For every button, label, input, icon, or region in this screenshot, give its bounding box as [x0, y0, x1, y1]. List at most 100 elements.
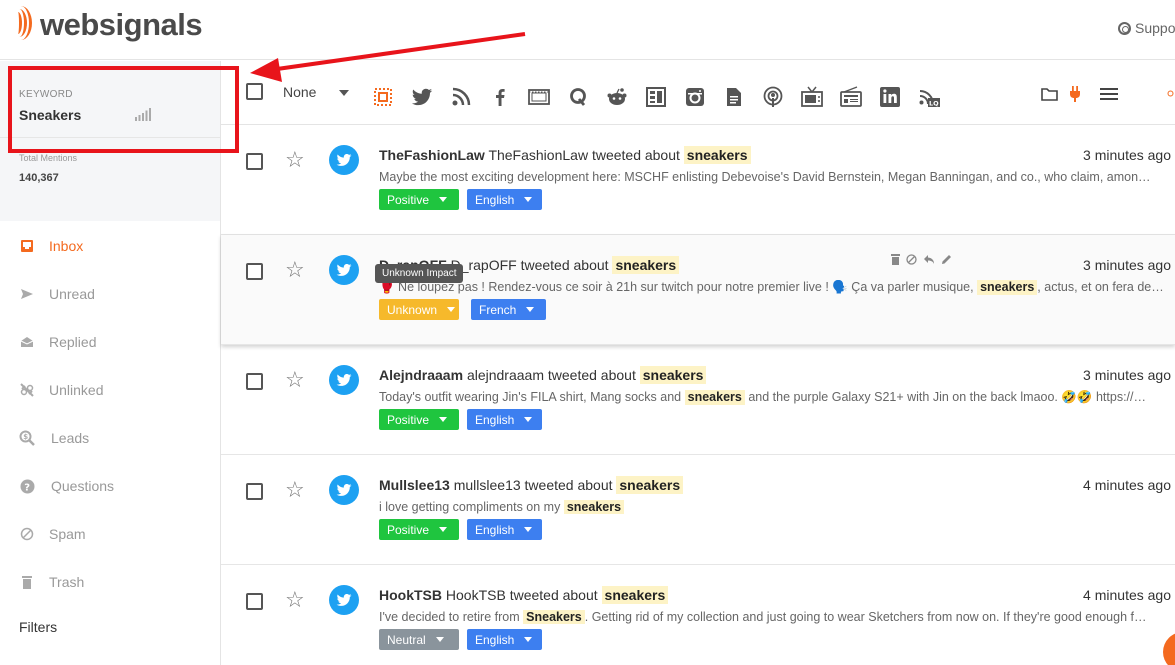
mention-snippet[interactable]: i love getting compliments on my sneaker…: [379, 500, 1171, 514]
star-icon[interactable]: ☆: [285, 258, 305, 282]
mention-snippet[interactable]: 🥊 Ne loupez pas ! Rendez-vous ce soir à …: [379, 280, 1171, 295]
star-icon[interactable]: ☆: [285, 588, 305, 612]
radio-icon[interactable]: [840, 86, 862, 108]
reply-icon[interactable]: [923, 254, 935, 268]
language-dropdown[interactable]: French: [471, 299, 546, 320]
sidebar-item-spam[interactable]: Spam: [19, 524, 86, 544]
star-icon[interactable]: ☆: [285, 148, 305, 172]
language-dropdown[interactable]: English: [467, 189, 542, 210]
handle-text: D_rapOFF tweeted about: [450, 257, 609, 273]
caret-down-icon: [524, 527, 533, 532]
mention-row[interactable]: ☆ D_rapOFF D_rapOFF tweeted about sneake…: [221, 235, 1175, 345]
mention-row[interactable]: ☆ HookTSB HookTSB tweeted about sneakers…: [221, 565, 1175, 665]
sidebar-item-questions[interactable]: ? Questions: [19, 476, 114, 496]
sidebar-item-unlinked[interactable]: Unlinked: [19, 380, 103, 400]
podcast-icon[interactable]: [762, 86, 784, 108]
sentiment-dropdown[interactable]: Unknown: [379, 299, 459, 320]
websignals-logo[interactable]: websignals: [12, 6, 203, 44]
sidebar-item-unread[interactable]: Unread: [19, 284, 95, 304]
linkedin-icon[interactable]: [879, 86, 901, 108]
sentiment-dropdown[interactable]: Positive: [379, 409, 459, 430]
document-icon[interactable]: [723, 86, 745, 108]
timestamp: 3 minutes ago: [1083, 257, 1171, 273]
sentiment-label: Positive: [387, 412, 430, 427]
folder-icon[interactable]: [1040, 85, 1058, 103]
pencil-icon[interactable]: [941, 254, 952, 268]
mention-row[interactable]: ☆ Mullslee13 mullslee13 tweeted about sn…: [221, 455, 1175, 565]
sentiment-dropdown[interactable]: Neutral: [379, 629, 459, 650]
mention-snippet[interactable]: I've decided to retire from Sneakers. Ge…: [379, 610, 1171, 624]
annotation-arrow: [250, 32, 526, 82]
sidebar-item-replied[interactable]: Replied: [19, 332, 96, 352]
mention-row[interactable]: ☆ TheFashionLaw TheFashionLaw tweeted ab…: [221, 125, 1175, 235]
svg-text:LQ: LQ: [929, 100, 939, 108]
row-checkbox[interactable]: [246, 593, 263, 610]
row-checkbox[interactable]: [246, 373, 263, 390]
star-icon[interactable]: ☆: [285, 478, 305, 502]
snippet-text: and the purple Galaxy S21+ with Jin on t…: [748, 390, 1146, 404]
language-label: English: [475, 412, 515, 427]
mention-snippet[interactable]: Today's outfit wearing Jin's FILA shirt,…: [379, 390, 1171, 405]
twitter-icon[interactable]: [411, 86, 433, 108]
all-sources-icon[interactable]: [372, 86, 394, 108]
timestamp: 3 minutes ago: [1083, 367, 1171, 383]
hamburger-menu-icon[interactable]: [1099, 85, 1119, 103]
trash-icon: [19, 574, 35, 590]
quora-icon[interactable]: [567, 86, 589, 108]
author-name[interactable]: Alejndraaam: [379, 367, 463, 383]
forum-icon[interactable]: [645, 86, 667, 108]
mention-row[interactable]: ☆ Alejndraaam alejndraaam tweeted about …: [221, 345, 1175, 455]
language-dropdown[interactable]: English: [467, 629, 542, 650]
filters-heading[interactable]: Filters: [19, 619, 57, 635]
keyword-highlight: sneakers: [639, 366, 707, 384]
author-name[interactable]: TheFashionLaw: [379, 147, 485, 163]
rss-lq-icon[interactable]: LQ: [918, 86, 940, 108]
ban-icon[interactable]: [906, 254, 917, 268]
mention-headline: Alejndraaam alejndraaam tweeted about sn…: [379, 366, 707, 384]
timestamp: 4 minutes ago: [1083, 477, 1171, 493]
author-name[interactable]: Mullslee13: [379, 477, 450, 493]
sidebar-item-inbox[interactable]: Inbox: [19, 236, 83, 256]
caret-down-icon: [524, 637, 533, 642]
sidebar-item-leads[interactable]: $ Leads: [19, 428, 89, 448]
instagram-icon[interactable]: [684, 86, 706, 108]
author-name[interactable]: HookTSB: [379, 587, 442, 603]
search-icon[interactable]: [1167, 85, 1175, 103]
snippet-text: . Getting rid of my collection and just …: [584, 610, 1147, 624]
sentiment-label: Unknown: [387, 302, 438, 317]
caret-down-icon: [524, 417, 533, 422]
select-dropdown-label[interactable]: None: [283, 84, 316, 100]
handle-text: HookTSB tweeted about: [445, 587, 598, 603]
total-mentions-label: Total Mentions: [19, 153, 78, 163]
star-icon[interactable]: ☆: [285, 368, 305, 392]
caret-down-icon: [435, 637, 444, 642]
tv-icon[interactable]: [801, 86, 823, 108]
video-icon[interactable]: [528, 86, 550, 108]
reddit-icon[interactable]: [606, 86, 628, 108]
facebook-icon[interactable]: [489, 86, 511, 108]
row-checkbox[interactable]: [246, 153, 263, 170]
support-label: Suppo: [1135, 20, 1175, 36]
mention-snippet[interactable]: Maybe the most exciting development here…: [379, 170, 1171, 184]
trash-icon[interactable]: [891, 254, 900, 268]
sidebar-item-label: Unread: [49, 286, 95, 302]
ban-icon: [19, 526, 35, 542]
sentiment-dropdown[interactable]: Positive: [379, 189, 459, 210]
plug-icon[interactable]: [1068, 85, 1082, 103]
sentiment-dropdown[interactable]: Positive: [379, 519, 459, 540]
snippet-text: I've decided to retire from: [379, 610, 520, 624]
sidebar-item-trash[interactable]: Trash: [19, 572, 84, 592]
language-dropdown[interactable]: English: [467, 519, 542, 540]
row-checkbox[interactable]: [246, 483, 263, 500]
caret-down-icon: [447, 307, 456, 312]
support-link[interactable]: Suppo: [1118, 20, 1175, 36]
row-checkbox[interactable]: [246, 263, 263, 280]
sidebar-item-label: Replied: [49, 334, 97, 350]
sentiment-label: Positive: [387, 192, 430, 207]
language-label: French: [479, 302, 517, 317]
chevron-down-icon[interactable]: [339, 90, 349, 96]
twitter-avatar-icon: [329, 585, 359, 615]
caret-down-icon: [524, 197, 533, 202]
rss-icon[interactable]: [450, 86, 472, 108]
language-dropdown[interactable]: English: [467, 409, 542, 430]
